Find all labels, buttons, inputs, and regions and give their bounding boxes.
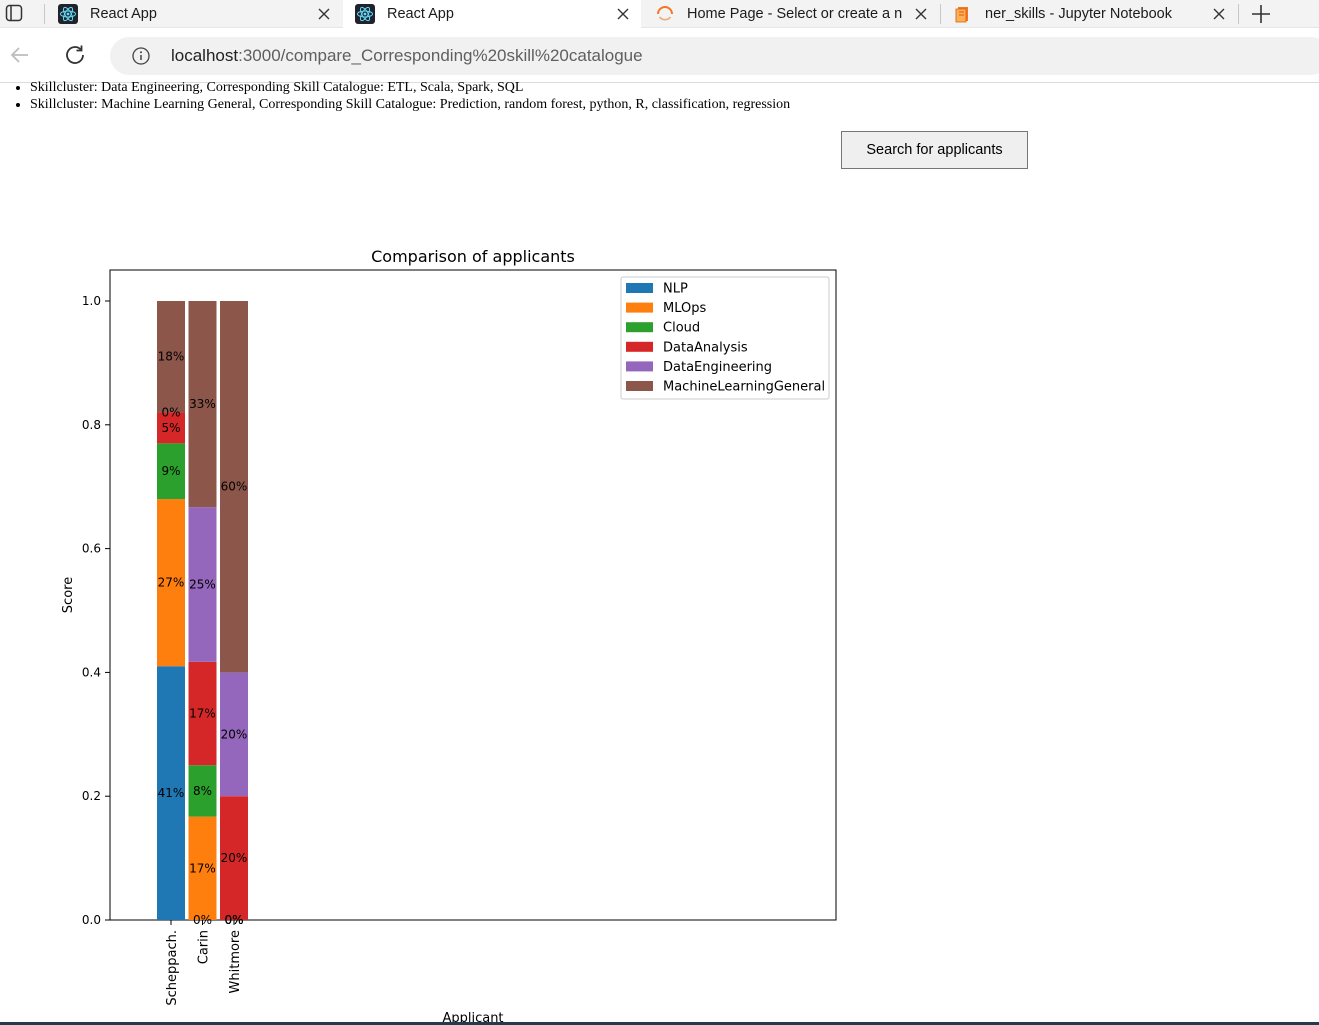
bar-value-label: 9% (161, 464, 180, 478)
legend-label: MachineLearningGeneral (663, 380, 825, 395)
tab-title: Home Page - Select or create a n (687, 5, 903, 22)
legend-swatch (626, 322, 653, 333)
list-item: Skillcluster: Data Engineering, Correspo… (30, 79, 790, 96)
close-icon[interactable] (913, 6, 929, 22)
tab-title: React App (387, 6, 454, 22)
legend-label: MLOps (663, 301, 706, 316)
close-icon[interactable] (316, 6, 332, 22)
tab-jupyter-notebook[interactable]: ner_skills - Jupyter Notebook (941, 0, 1237, 27)
back-arrow-icon[interactable] (7, 42, 33, 68)
x-axis: Scheppach. Carin Whitmore (165, 920, 243, 1006)
bar-value-label: 20% (221, 851, 248, 865)
tab-separator (1238, 4, 1239, 24)
y-tick-label: 0.2 (82, 789, 101, 803)
bar-value-label: 17% (189, 707, 216, 721)
bar-value-label: 41% (158, 786, 185, 800)
legend-label: Cloud (663, 321, 700, 336)
skillcluster-list: Skillcluster: Data Engineering, Correspo… (0, 79, 790, 113)
bar-value-label: 33% (189, 397, 216, 411)
url-text[interactable]: localhost:3000/compare_Corresponding%20s… (171, 46, 643, 66)
bar-value-label: 25% (189, 578, 216, 592)
address-bar[interactable]: localhost:3000/compare_Corresponding%20s… (110, 37, 1319, 75)
notebook-icon (953, 4, 973, 24)
tab-title: ner_skills - Jupyter Notebook (985, 5, 1172, 22)
bar-stacks (157, 301, 248, 920)
url-path: :3000/compare_Corresponding%20skill%20ca… (238, 46, 643, 65)
y-tick-label: 0.0 (82, 913, 101, 927)
close-icon[interactable] (615, 6, 631, 22)
y-axis-label: Score (61, 577, 76, 613)
url-host: localhost (171, 46, 239, 65)
tab-strip: React App React App Home Page - Select o… (0, 0, 1319, 28)
y-tick-label: 0.6 (82, 542, 101, 556)
x-tick-label: Carin (197, 930, 212, 964)
bar-value-label: 8% (193, 784, 212, 798)
close-icon[interactable] (1211, 6, 1227, 22)
bar-value-label: 20% (221, 727, 248, 741)
bar-value-label: 5% (161, 421, 180, 435)
bar-value-label: 0% (161, 405, 180, 419)
tab-actions-icon[interactable] (5, 4, 23, 22)
react-icon (58, 3, 78, 24)
browser-toolbar: localhost:3000/compare_Corresponding%20s… (0, 28, 1319, 83)
y-axis: 0.0 0.2 0.4 0.6 0.8 1.0 (82, 294, 110, 927)
new-tab-icon[interactable] (1250, 3, 1272, 25)
legend-label: NLP (663, 282, 688, 297)
chart-title: Comparison of applicants (371, 247, 575, 266)
info-icon[interactable] (132, 47, 150, 65)
legend-swatch (626, 381, 653, 391)
x-tick-label: Whitmore (228, 930, 243, 993)
list-item: Skillcluster: Machine Learning General, … (30, 96, 790, 113)
bar-value-label: 27% (158, 576, 185, 590)
x-tick-label: Scheppach. (165, 930, 180, 1006)
legend-swatch (626, 361, 653, 372)
bar-value-label: 17% (189, 861, 216, 875)
search-applicants-button[interactable]: Search for applicants (841, 131, 1028, 169)
react-icon (355, 4, 375, 24)
legend-label: DataAnalysis (663, 340, 748, 355)
tab-home-page[interactable]: Home Page - Select or create a n (643, 0, 939, 27)
bar-value-label: 18% (158, 350, 185, 364)
loading-spinner-icon (655, 4, 675, 24)
refresh-icon[interactable] (62, 42, 88, 68)
y-tick-label: 0.8 (82, 418, 101, 432)
tab-react-app-2[interactable]: React App (343, 0, 641, 28)
tab-title: React App (90, 5, 157, 22)
legend-label: DataEngineering (663, 360, 772, 375)
chart-legend: NLP MLOps Cloud DataAnalysis DataEngineering… (620, 276, 830, 400)
tab-react-app-1[interactable]: React App (46, 0, 342, 27)
tab-separator (44, 4, 45, 24)
comparison-chart: 41%27%9%5%0%18%0%17%8%17%25%33%0%0%0%20%… (61, 247, 837, 1025)
legend-swatch (626, 341, 653, 352)
y-tick-label: 1.0 (82, 294, 101, 308)
legend-swatch (626, 283, 653, 293)
legend-swatch (626, 302, 653, 313)
y-tick-label: 0.4 (82, 665, 101, 679)
bar-value-label: 60% (221, 480, 248, 494)
